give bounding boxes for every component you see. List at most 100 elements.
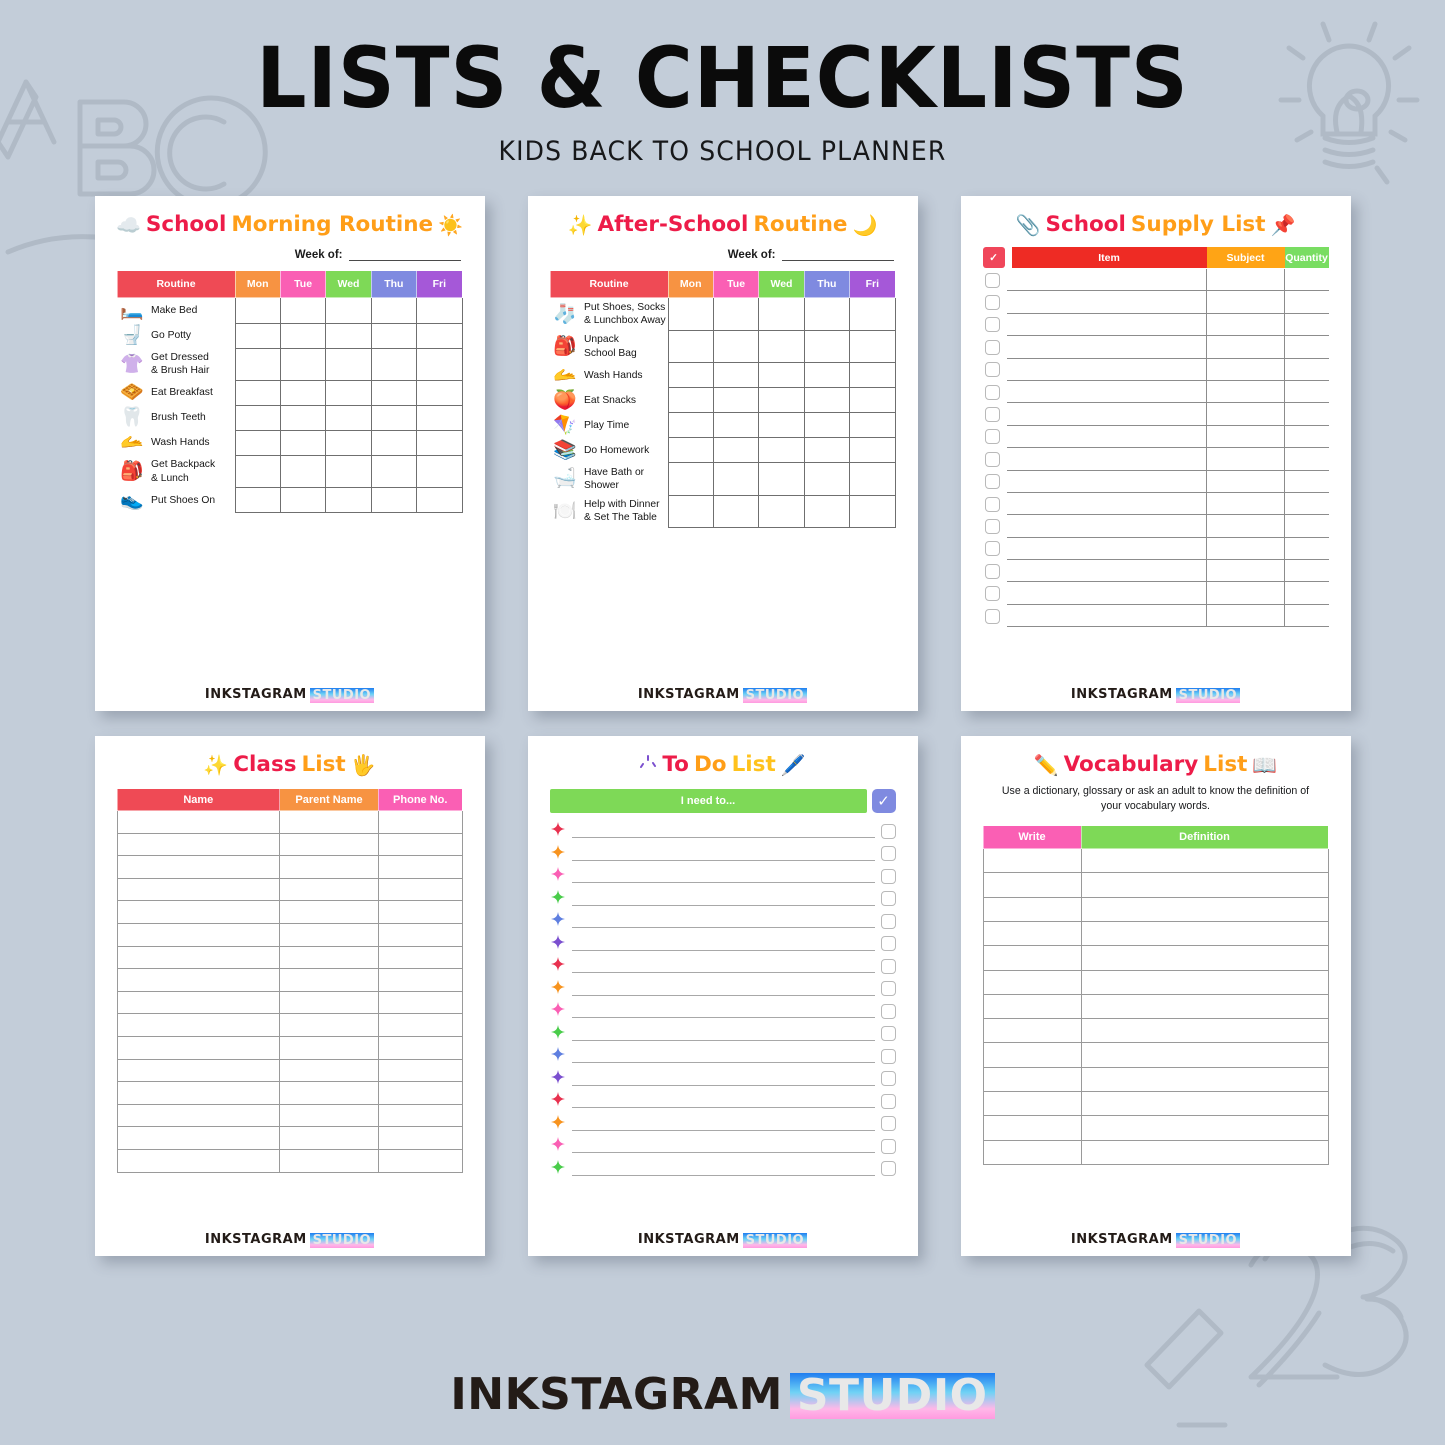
supply-subject-cell[interactable]	[1206, 358, 1285, 381]
supply-quantity-cell[interactable]	[1284, 336, 1329, 359]
class-phone-cell[interactable]	[377, 900, 463, 924]
supply-item-cell[interactable]	[1006, 403, 1207, 426]
routine-check-cell[interactable]	[667, 329, 714, 364]
supply-checkbox[interactable]	[984, 317, 1000, 333]
supply-quantity-cell[interactable]	[1284, 291, 1329, 314]
todo-checkbox[interactable]	[880, 846, 896, 862]
routine-check-cell[interactable]	[370, 404, 418, 431]
todo-checkbox[interactable]	[880, 1116, 896, 1132]
routine-check-cell[interactable]	[849, 329, 896, 364]
supply-checkbox[interactable]	[984, 586, 1000, 602]
supply-item-cell[interactable]	[1006, 380, 1207, 404]
class-name-cell[interactable]	[116, 810, 281, 834]
routine-check-cell[interactable]	[370, 429, 418, 456]
class-name-cell[interactable]	[116, 832, 281, 857]
class-parent-name-cell[interactable]	[279, 855, 379, 879]
vocabulary-definition-cell[interactable]	[1080, 920, 1329, 947]
supply-quantity-cell[interactable]	[1284, 515, 1329, 538]
week-of-input[interactable]	[781, 249, 894, 261]
vocabulary-write-cell[interactable]	[982, 1091, 1082, 1117]
class-parent-name-cell[interactable]	[279, 1013, 379, 1037]
class-parent-name-cell[interactable]	[279, 900, 379, 924]
routine-check-cell[interactable]	[758, 462, 805, 496]
class-parent-name-cell[interactable]	[279, 968, 379, 992]
routine-check-cell[interactable]	[712, 437, 760, 464]
vocabulary-write-cell[interactable]	[982, 872, 1082, 898]
supply-item-cell[interactable]	[1006, 515, 1207, 538]
routine-check-cell[interactable]	[416, 454, 463, 489]
routine-check-cell[interactable]	[234, 379, 281, 406]
vocabulary-definition-cell[interactable]	[1080, 1139, 1329, 1165]
supply-subject-cell[interactable]	[1206, 291, 1285, 314]
todo-input-line[interactable]	[571, 1117, 875, 1131]
supply-quantity-cell[interactable]	[1284, 493, 1329, 516]
supply-checkbox[interactable]	[984, 362, 1000, 378]
routine-check-cell[interactable]	[667, 412, 714, 439]
supply-subject-cell[interactable]	[1206, 492, 1285, 516]
routine-check-cell[interactable]	[416, 379, 463, 406]
todo-input-line[interactable]	[571, 1027, 875, 1041]
class-name-cell[interactable]	[116, 1081, 281, 1105]
supply-checkbox[interactable]	[984, 608, 1000, 624]
vocabulary-write-cell[interactable]	[982, 1042, 1082, 1068]
class-phone-cell[interactable]	[377, 832, 463, 857]
routine-check-cell[interactable]	[234, 297, 281, 324]
supply-item-cell[interactable]	[1006, 470, 1207, 493]
supply-subject-cell[interactable]	[1206, 604, 1285, 628]
routine-check-cell[interactable]	[279, 347, 327, 381]
routine-check-cell[interactable]	[758, 387, 805, 414]
routine-check-cell[interactable]	[325, 322, 372, 349]
supply-quantity-cell[interactable]	[1284, 269, 1329, 292]
routine-check-cell[interactable]	[279, 404, 327, 431]
routine-check-cell[interactable]	[416, 429, 463, 456]
class-parent-name-cell[interactable]	[279, 832, 379, 857]
routine-check-cell[interactable]	[234, 322, 281, 349]
routine-check-cell[interactable]	[849, 387, 896, 414]
class-name-cell[interactable]	[116, 990, 281, 1015]
routine-check-cell[interactable]	[279, 429, 327, 456]
routine-check-cell[interactable]	[803, 494, 851, 528]
routine-check-cell[interactable]	[370, 379, 418, 406]
routine-check-cell[interactable]	[667, 362, 714, 389]
routine-check-cell[interactable]	[325, 404, 372, 431]
todo-input-line[interactable]	[571, 824, 875, 839]
vocabulary-write-cell[interactable]	[982, 945, 1082, 971]
routine-check-cell[interactable]	[849, 437, 896, 464]
routine-check-cell[interactable]	[416, 487, 463, 514]
class-parent-name-cell[interactable]	[279, 877, 379, 902]
supply-checkbox[interactable]	[984, 518, 1000, 534]
vocabulary-definition-cell[interactable]	[1080, 1066, 1329, 1093]
class-phone-cell[interactable]	[377, 1058, 463, 1083]
vocabulary-write-cell[interactable]	[982, 1115, 1082, 1141]
todo-input-line[interactable]	[571, 1072, 875, 1086]
vocabulary-definition-cell[interactable]	[1080, 848, 1329, 874]
todo-input-line[interactable]	[571, 982, 875, 996]
routine-check-cell[interactable]	[803, 462, 851, 496]
supply-quantity-cell[interactable]	[1284, 381, 1329, 404]
todo-checkbox[interactable]	[880, 981, 896, 997]
todo-checkbox[interactable]	[880, 868, 896, 884]
class-name-cell[interactable]	[116, 1058, 281, 1083]
supply-checkbox[interactable]	[984, 496, 1000, 512]
routine-check-cell[interactable]	[849, 362, 896, 389]
supply-checkbox[interactable]	[984, 563, 1000, 579]
routine-check-cell[interactable]	[325, 297, 372, 324]
todo-input-line[interactable]	[571, 914, 875, 929]
vocabulary-definition-cell[interactable]	[1080, 896, 1329, 922]
supply-subject-cell[interactable]	[1206, 560, 1285, 583]
class-phone-cell[interactable]	[377, 1035, 463, 1060]
routine-check-cell[interactable]	[849, 297, 896, 331]
routine-check-cell[interactable]	[849, 462, 896, 496]
vocabulary-definition-cell[interactable]	[1080, 1042, 1329, 1068]
routine-check-cell[interactable]	[279, 297, 327, 324]
todo-input-line[interactable]	[571, 1094, 875, 1109]
supply-checkbox[interactable]	[984, 541, 1000, 557]
todo-checkbox[interactable]	[880, 891, 896, 907]
todo-checkbox[interactable]	[880, 1138, 896, 1154]
routine-check-cell[interactable]	[803, 412, 851, 439]
routine-check-cell[interactable]	[370, 347, 418, 381]
routine-check-cell[interactable]	[712, 462, 760, 496]
routine-check-cell[interactable]	[416, 404, 463, 431]
supply-subject-cell[interactable]	[1206, 470, 1285, 493]
class-phone-cell[interactable]	[377, 1081, 463, 1105]
